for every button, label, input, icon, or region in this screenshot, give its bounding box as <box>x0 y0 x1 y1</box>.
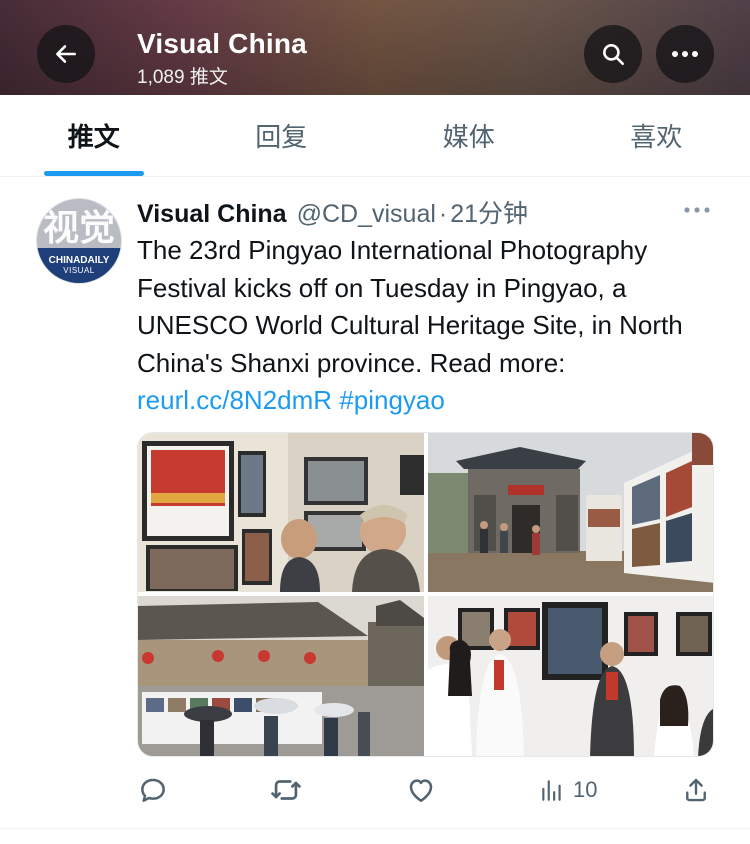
photo-rain-umbrellas[interactable] <box>138 596 424 756</box>
search-icon <box>603 44 625 66</box>
retweet-icon <box>271 780 301 800</box>
search-button[interactable] <box>584 25 642 83</box>
tab-media[interactable]: 媒体 <box>375 95 563 176</box>
profile-tabs: 推文 回复 媒体 喜欢 <box>0 95 750 177</box>
arrow-left-icon <box>56 45 76 63</box>
reply-button[interactable] <box>137 770 169 810</box>
avatar-brand-line2: VISUAL <box>63 265 95 275</box>
tweet-text: The 23rd Pingyao International Photograp… <box>137 235 683 378</box>
tweet-hashtag[interactable]: #pingyao <box>339 385 445 415</box>
avatar[interactable]: 视觉 CHINADAILY VISUAL <box>36 198 122 284</box>
share-button[interactable] <box>681 770 711 810</box>
separator-dot: · <box>438 200 448 228</box>
divider <box>0 828 750 829</box>
heart-icon <box>409 779 433 802</box>
tab-posts[interactable]: 推文 <box>0 95 188 176</box>
tweet-timestamp[interactable]: 21分钟 <box>450 194 528 230</box>
profile-header: Visual China 1,089 推文 <box>0 0 750 95</box>
author-handle[interactable]: @CD_visual <box>297 200 436 229</box>
tweet-link[interactable]: reurl.cc/8N2dmR <box>137 385 332 415</box>
photo-gallery-visitors[interactable] <box>428 596 713 756</box>
author-name[interactable]: Visual China <box>137 200 287 229</box>
post-count: 1,089 推文 <box>137 67 228 88</box>
photo-exhibition-viewers[interactable] <box>138 433 424 592</box>
reply-icon <box>141 778 165 802</box>
back-button[interactable] <box>37 25 95 83</box>
views-chart-icon <box>542 780 561 801</box>
share-icon <box>686 778 706 802</box>
avatar-logo-glyph: 视觉 <box>42 206 115 249</box>
photo-gate-courtyard[interactable] <box>428 433 713 592</box>
views-button[interactable]: 10 <box>539 770 597 810</box>
more-button[interactable] <box>656 25 714 83</box>
tweet-more-icon[interactable] <box>682 203 712 217</box>
tab-likes[interactable]: 喜欢 <box>563 95 750 176</box>
retweet-button[interactable] <box>269 770 303 810</box>
avatar-brand-line1: CHINADAILY <box>48 254 110 266</box>
like-button[interactable] <box>405 770 437 810</box>
header-title: Visual China <box>137 28 307 59</box>
media-grid <box>137 432 714 757</box>
more-horizontal-icon <box>672 51 698 57</box>
tweet-body: The 23rd Pingyao International Photograp… <box>137 232 727 420</box>
tab-replies[interactable]: 回复 <box>188 95 376 176</box>
views-count: 10 <box>573 777 598 802</box>
tweet-actions: 10 <box>137 770 714 810</box>
tweet-header: Visual China @CD_visual · 21分钟 <box>137 194 528 230</box>
